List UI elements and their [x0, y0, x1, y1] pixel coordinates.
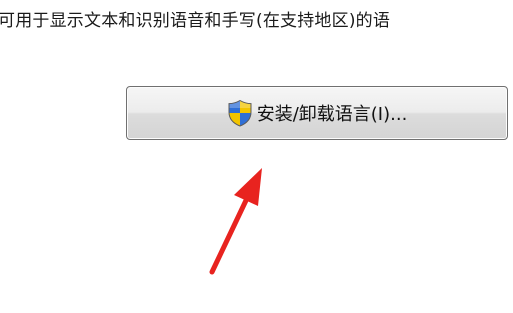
install-button-label: 安装/卸载语言(I)... [256, 104, 408, 125]
language-settings-panel: 可用于显示文本和识别语音和手写(在支持地区)的语 安装/卸载语言(I)... [0, 0, 513, 313]
language-description-text: 可用于显示文本和识别语音和手写(在支持地区)的语 [0, 11, 391, 31]
button-content: 安装/卸载语言(I)... [227, 99, 408, 127]
red-arrow-annotation [209, 168, 262, 275]
arrow-shaft [209, 189, 253, 275]
arrow-head [234, 168, 262, 206]
install-uninstall-languages-button[interactable]: 安装/卸载语言(I)... [126, 86, 508, 140]
uac-shield-icon [228, 99, 252, 127]
